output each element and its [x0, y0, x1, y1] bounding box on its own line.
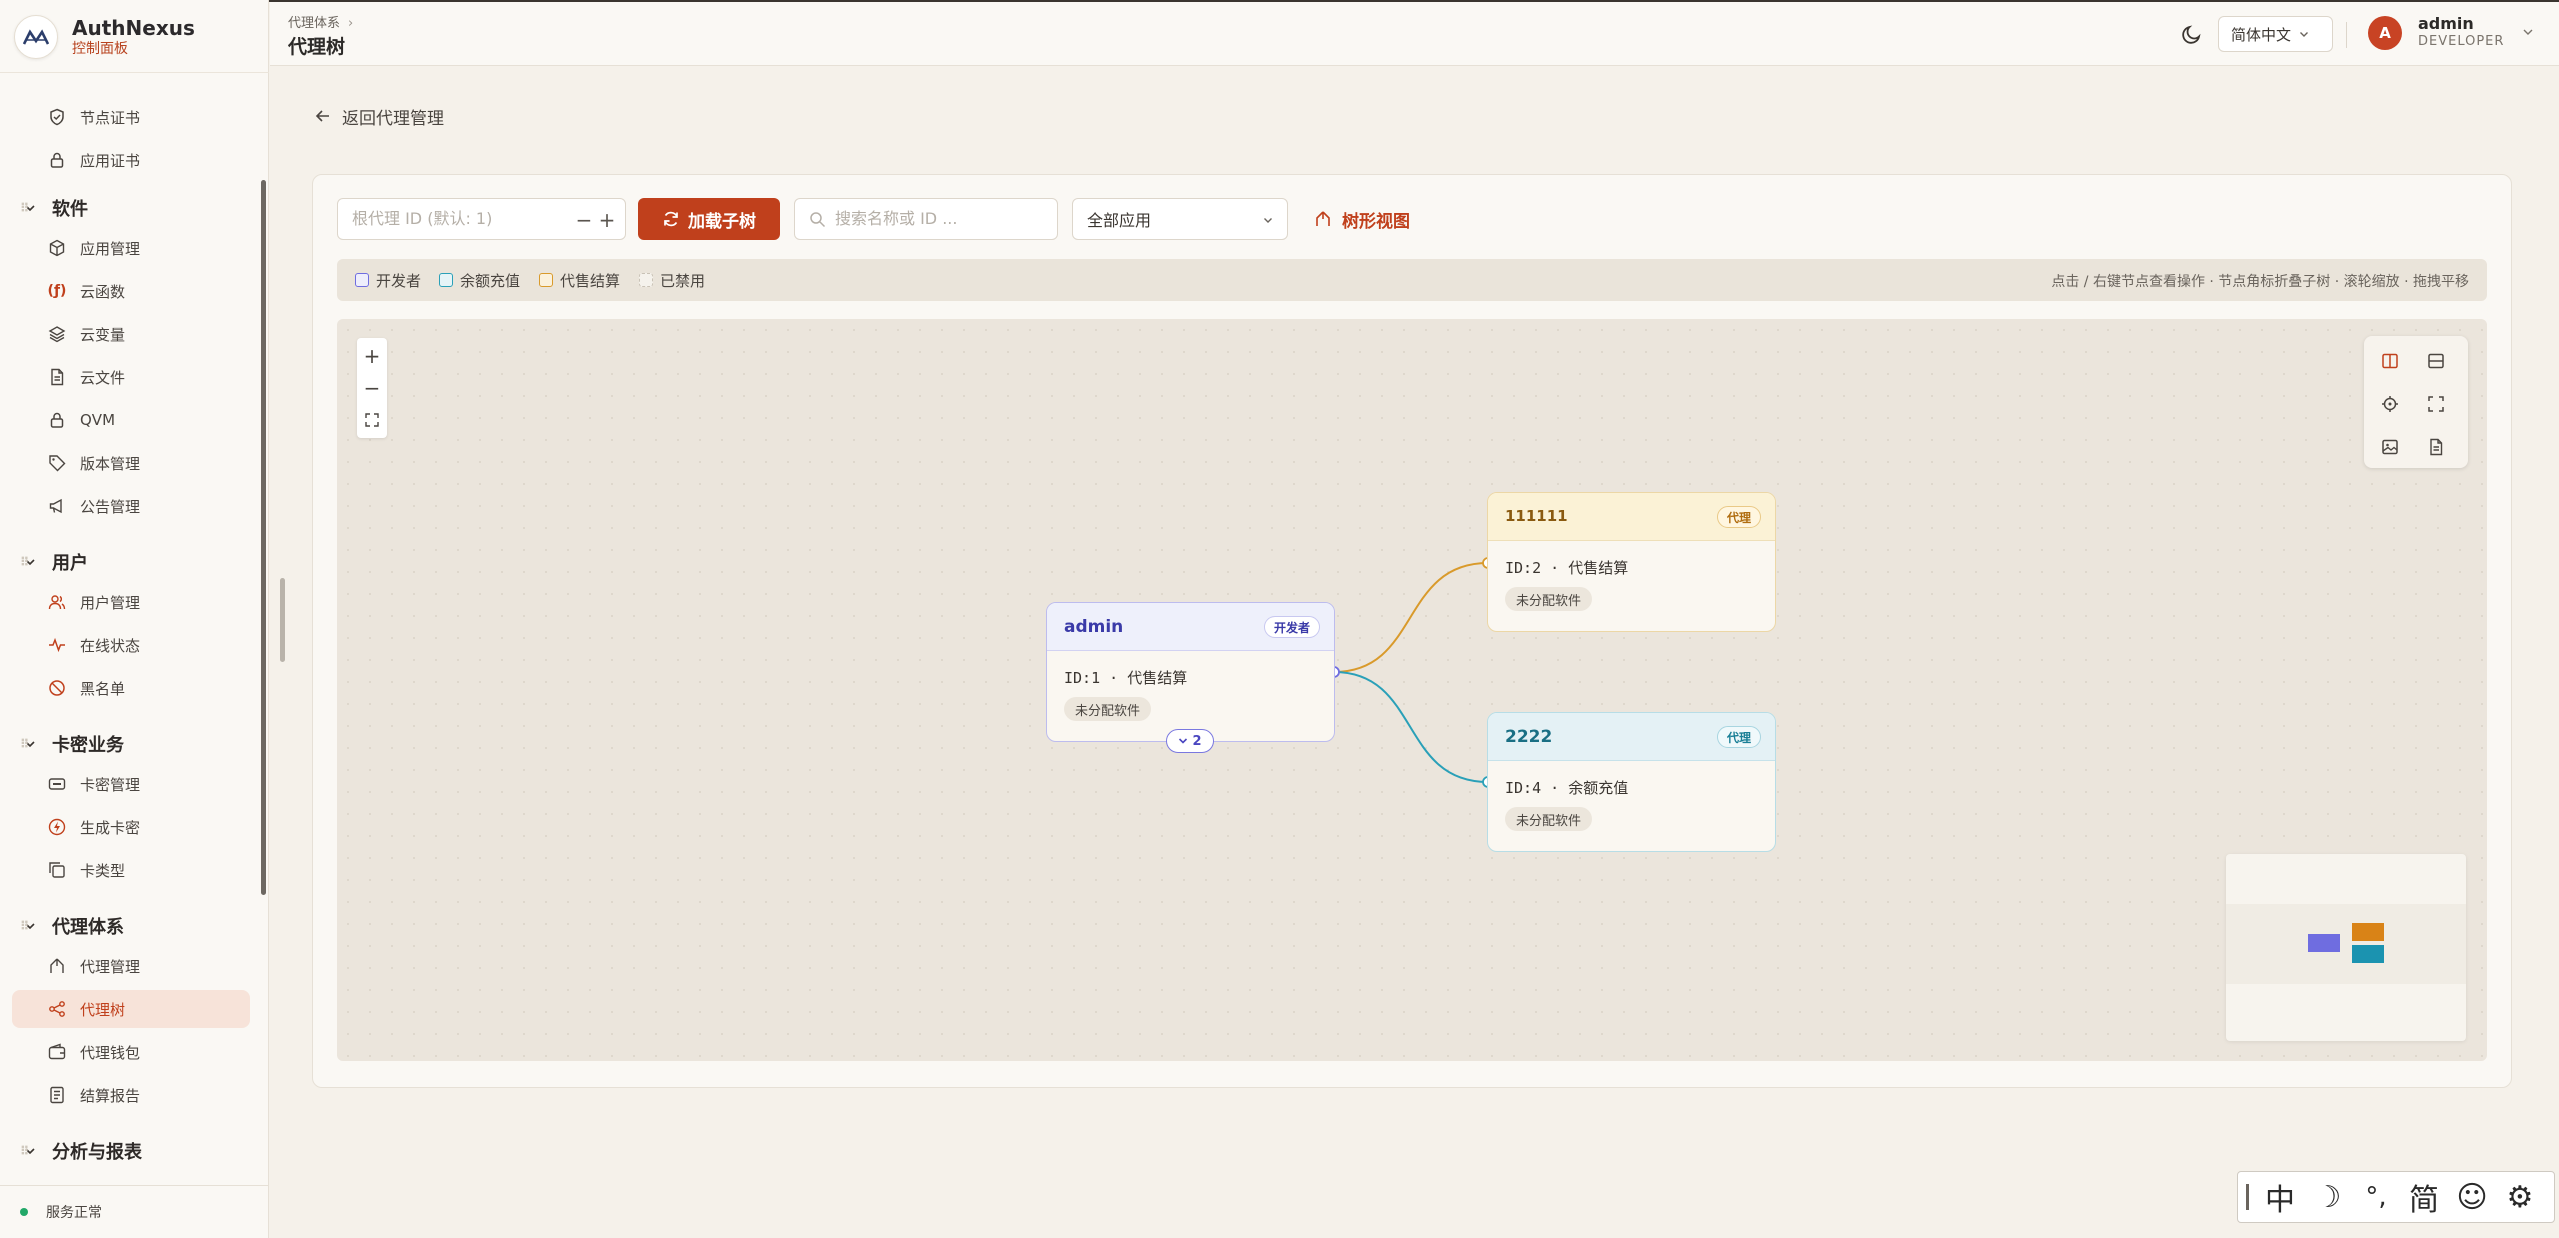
- node-id: ID:4 · 余额充值: [1505, 779, 1629, 797]
- node-software-tag: 未分配软件: [1505, 807, 1593, 831]
- tree-node-111111[interactable]: 111111 代理 ID:2 · 代售结算 未分配软件: [1487, 492, 1776, 632]
- node-role-badge: 开发者: [1263, 616, 1320, 638]
- node-name: 111111: [1505, 507, 1568, 525]
- node-name: 2222: [1505, 727, 1553, 747]
- rows-icon: [2428, 353, 2444, 369]
- ime-punct-key[interactable]: °,: [2352, 1173, 2400, 1221]
- node-id: ID:1 · 代售结算: [1064, 669, 1188, 687]
- zoom-in-button[interactable]: +: [357, 340, 387, 372]
- ime-settings-key[interactable]: ⚙: [2496, 1173, 2544, 1221]
- minimap-view: [2226, 904, 2466, 984]
- document-icon: [2430, 438, 2443, 456]
- view-tools: [2364, 336, 2468, 468]
- node-role-badge: 代理: [1716, 726, 1761, 748]
- collapse-subtree-button[interactable]: 2: [1166, 729, 1214, 753]
- ime-grip-icon[interactable]: [2238, 1177, 2256, 1217]
- ime-emoji-key[interactable]: ☺: [2448, 1173, 2496, 1221]
- node-id: ID:2 · 代售结算: [1505, 559, 1629, 577]
- node-role-badge: 代理: [1716, 506, 1761, 528]
- node-software-tag: 未分配软件: [1064, 697, 1152, 721]
- minimap-node-2222: [2352, 945, 2384, 963]
- minimap-viewport: [2226, 904, 2466, 984]
- columns-icon: [2382, 353, 2398, 369]
- fullscreen-icon: [365, 413, 379, 427]
- tree-node-2222[interactable]: 2222 代理 ID:4 · 余额充值 未分配软件: [1487, 712, 1776, 852]
- node-name: admin: [1064, 617, 1124, 637]
- node-software-tag: 未分配软件: [1505, 587, 1593, 611]
- edge-admin-111111: [1333, 562, 1489, 673]
- ime-simplified-key[interactable]: 简: [2400, 1173, 2448, 1221]
- zoom-out-button[interactable]: −: [357, 372, 387, 404]
- layout-horizontal-button[interactable]: [2373, 344, 2407, 378]
- ime-mode-key[interactable]: 中: [2256, 1173, 2304, 1221]
- locate-button[interactable]: [2373, 387, 2407, 421]
- minimap-node-111111: [2352, 923, 2384, 941]
- export-doc-button[interactable]: [2419, 430, 2453, 464]
- layout-vertical-button[interactable]: [2419, 344, 2453, 378]
- edge-admin-2222: [1333, 671, 1489, 783]
- image-icon: [2382, 439, 2398, 455]
- export-image-button[interactable]: [2373, 430, 2407, 464]
- tree-node-admin[interactable]: admin 开发者 ID:1 · 代售结算 未分配软件: [1046, 602, 1335, 742]
- zoom-controls: + −: [357, 338, 387, 438]
- crosshair-icon: [2382, 396, 2398, 412]
- ime-toolbar: 中 ☽ °, 简 ☺ ⚙: [2237, 1171, 2555, 1223]
- chevron-down-icon: [1179, 738, 1188, 744]
- fit-view-button[interactable]: [357, 404, 387, 436]
- fullscreen-button[interactable]: [2419, 387, 2453, 421]
- ime-moon-key[interactable]: ☽: [2304, 1173, 2352, 1221]
- minimap[interactable]: [2226, 854, 2466, 1041]
- minimap-node-admin: [2308, 934, 2340, 952]
- fullscreen-icon: [2428, 396, 2444, 412]
- child-count: 2: [1192, 733, 1202, 749]
